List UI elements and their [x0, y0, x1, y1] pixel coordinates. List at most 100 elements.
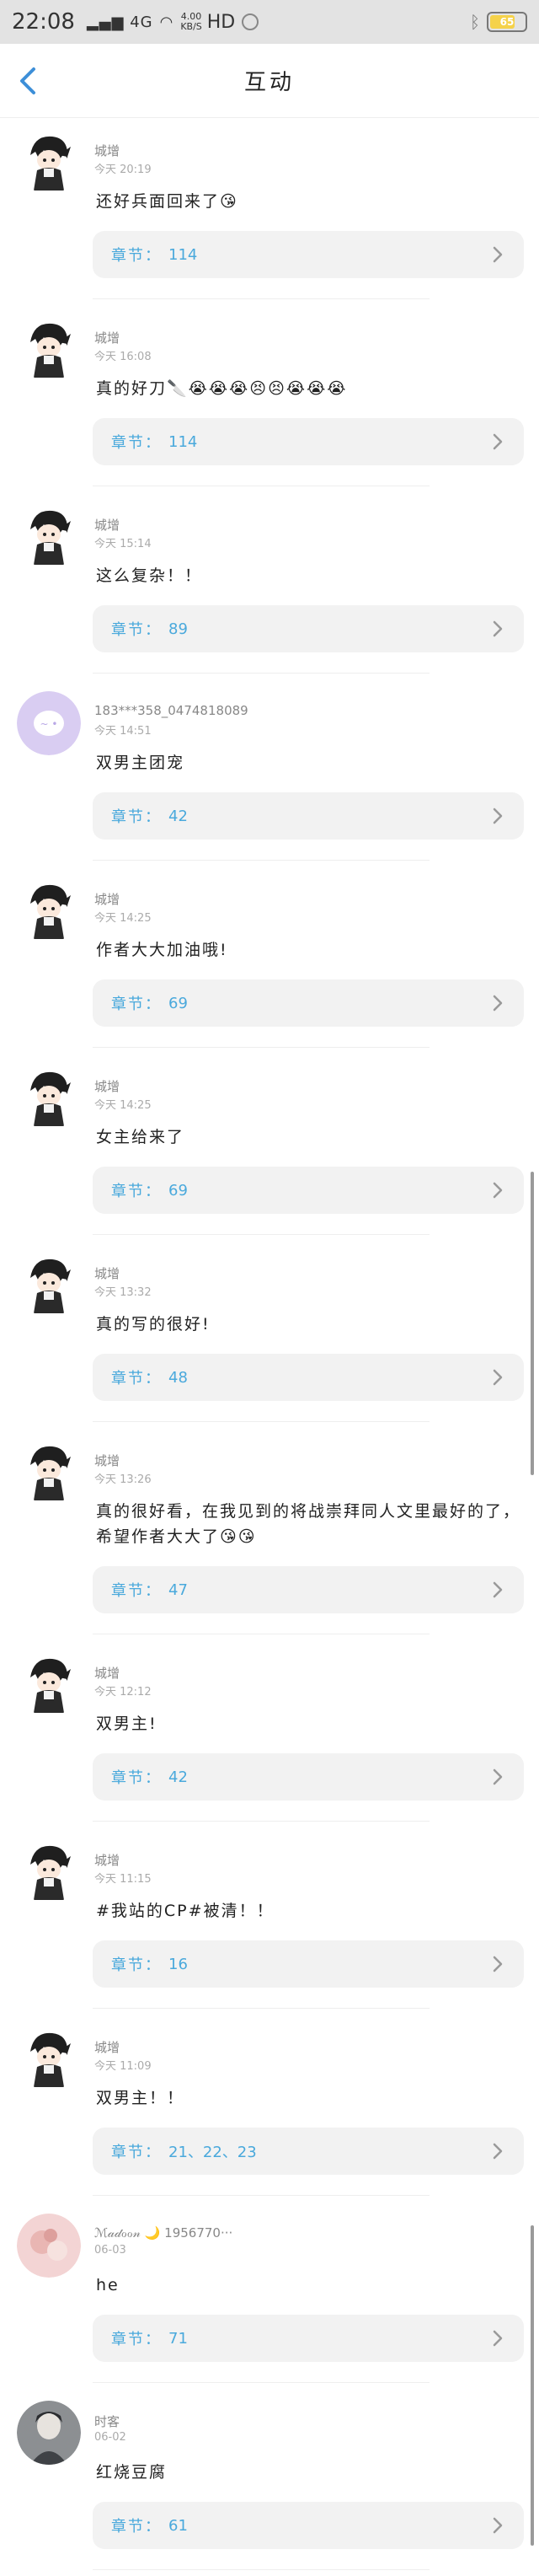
chevron-right-icon [493, 620, 503, 637]
comment-item: 城增 今天 14:25 女主给来了 章节： 69 [0, 1054, 539, 1241]
avatar[interactable] [17, 1652, 81, 1716]
chevron-right-icon [493, 1369, 503, 1386]
comment-item: 时客 06-02 红烧豆腐章节： 61 [0, 2389, 539, 2576]
chapter-number: 47 [168, 1580, 188, 1599]
chapter-label: 章节： [111, 1370, 162, 1387]
chapter-number: 21、22、23 [168, 2144, 257, 2161]
chapter-label: 章节： [111, 1582, 162, 1600]
commenter-name[interactable]: 城增 [94, 890, 120, 908]
comment-time: 今天 20:19 [94, 164, 152, 176]
avatar[interactable] [17, 1253, 81, 1317]
avatar[interactable] [17, 1839, 81, 1903]
chevron-right-icon [493, 1768, 503, 1785]
chapter-link-button[interactable]: 章节： 69 [93, 1167, 524, 1214]
commenter-name[interactable]: 城增 [94, 2038, 120, 2056]
chapter-link-button[interactable]: 章节： 16 [93, 1940, 524, 1988]
commenter-name[interactable]: 城增 [94, 1452, 120, 1469]
chevron-right-icon [493, 246, 503, 263]
chapter-link-button[interactable]: 章节： 48 [93, 1354, 524, 1401]
comment-item: 城增 今天 11:15 #我站的CP#被清！！ 章节： 16 [0, 1827, 539, 2015]
chapter-label: 章节： [111, 621, 162, 639]
avatar[interactable] [17, 2026, 81, 2090]
network-speed: 4.00 KB/S [180, 11, 202, 32]
chapter-link-button[interactable]: 章节： 69 [93, 979, 524, 1027]
comment-time: 今天 12:12 [94, 1686, 152, 1699]
status-time: 22:08 [12, 9, 75, 35]
chapter-link-button[interactable]: 章节： 114 [93, 231, 524, 278]
chapter-number: 71 [168, 2329, 188, 2348]
commenter-name[interactable]: 183***358_0474818089 [94, 703, 248, 718]
comment-time: 今天 13:32 [94, 1286, 152, 1299]
status-bar: 22:08 ▂▄▆ 4G ◠ 4.00 KB/S HD ᛒ 65 [0, 0, 539, 44]
avatar[interactable] [17, 2214, 81, 2278]
comment-text: 真的很好看，在我见到的将战崇拜同人文里最好的了，希望作者大大了😘😘 [96, 1502, 521, 1546]
comment-text: 真的好刀🔪😭😭😭😣😣😭😭😭 [96, 379, 348, 398]
chapter-link-button[interactable]: 章节： 71 [93, 2315, 524, 2362]
comment-item: 城增 今天 15:14 这么复杂！！ 章节： 89 [0, 492, 539, 679]
chevron-right-icon [493, 808, 503, 824]
bluetooth-icon: ᛒ [470, 12, 480, 32]
divider [93, 1234, 430, 1235]
comment-text: 作者大大加油哦! [96, 941, 228, 959]
avatar[interactable] [17, 504, 81, 568]
battery-icon: 65 [487, 12, 527, 32]
comment-time: 今天 11:09 [94, 2060, 152, 2073]
avatar[interactable] [17, 1065, 81, 1130]
commenter-name[interactable]: 城增 [94, 329, 120, 346]
comment-time: 06-02 [94, 2431, 126, 2444]
commenter-name[interactable]: 城增 [94, 1077, 120, 1095]
scrollbar[interactable] [531, 2225, 534, 2546]
comment-item: ℳ𝒶𝒹ℴℴ𝓃 🌙 1956770··· 06-03 he 章节： 71 [0, 2202, 539, 2389]
chapter-link-button[interactable]: 章节： 61 [93, 2502, 524, 2549]
commenter-name[interactable]: 城增 [94, 1664, 120, 1682]
divider [93, 1821, 430, 1822]
avatar[interactable] [17, 317, 81, 381]
comment-item: 城增 今天 14:25 作者大大加油哦! 章节： 69 [0, 867, 539, 1054]
commenter-name[interactable]: ℳ𝒶𝒹ℴℴ𝓃 🌙 1956770··· [94, 2225, 232, 2241]
comment-item: 城增 今天 12:12 双男主! 章节： 42 [0, 1640, 539, 1827]
comment-time: 今天 13:26 [94, 1473, 152, 1486]
comment-item: ~ • 183***358_0474818089 今天 14:51 双男主团宠 章节： 4… [0, 679, 539, 867]
avatar[interactable] [17, 2401, 81, 2465]
avatar[interactable] [17, 130, 81, 194]
chapter-link-button[interactable]: 章节： 47 [93, 1566, 524, 1613]
chevron-right-icon [493, 2143, 503, 2160]
chevron-right-icon [493, 1182, 503, 1199]
chapter-number: 42 [168, 807, 188, 825]
back-arrow-icon[interactable] [12, 62, 45, 99]
chapter-link-button[interactable]: 章节： 42 [93, 1753, 524, 1801]
comment-item: 城增 今天 13:32 真的写的很好! 章节： 48 [0, 1241, 539, 1428]
battery-level: 65 [499, 16, 515, 28]
divider [93, 2569, 430, 2570]
divider [93, 673, 430, 674]
notification-dot-icon [242, 13, 259, 30]
chapter-link-button[interactable]: 章节： 42 [93, 792, 524, 840]
chapter-link-button[interactable]: 章节： 114 [93, 418, 524, 465]
comment-text: 还好兵面回来了😘 [96, 192, 238, 211]
chapter-link-button[interactable]: 章节： 21、22、23 [93, 2128, 524, 2175]
chapter-label: 章节： [111, 434, 162, 452]
chapter-number: 114 [168, 432, 198, 451]
divider [93, 1421, 430, 1422]
comment-text: 红烧豆腐 [96, 2463, 168, 2482]
commenter-name[interactable]: 城增 [94, 1851, 120, 1869]
scrollbar[interactable] [531, 1172, 534, 1475]
signal-icon: ▂▄▆ 4G [86, 13, 153, 31]
avatar[interactable] [17, 878, 81, 942]
chevron-right-icon [493, 995, 503, 1012]
chapter-label: 章节： [111, 996, 162, 1013]
chevron-right-icon [493, 1956, 503, 1972]
commenter-name[interactable]: 城增 [94, 1264, 120, 1282]
avatar[interactable]: ~ • [17, 691, 81, 755]
chevron-right-icon [493, 1581, 503, 1598]
chapter-link-button[interactable]: 章节： 89 [93, 605, 524, 652]
chapter-number: 61 [168, 2516, 188, 2535]
commenter-name[interactable]: 城增 [94, 142, 120, 159]
chevron-right-icon [493, 2330, 503, 2347]
chapter-label: 章节： [111, 247, 162, 265]
comment-time: 今天 16:08 [94, 351, 152, 363]
avatar[interactable] [17, 1440, 81, 1504]
commenter-name[interactable]: 城增 [94, 516, 120, 534]
commenter-name[interactable]: 时客 [94, 2412, 120, 2430]
comment-time: 今天 11:15 [94, 1873, 152, 1886]
